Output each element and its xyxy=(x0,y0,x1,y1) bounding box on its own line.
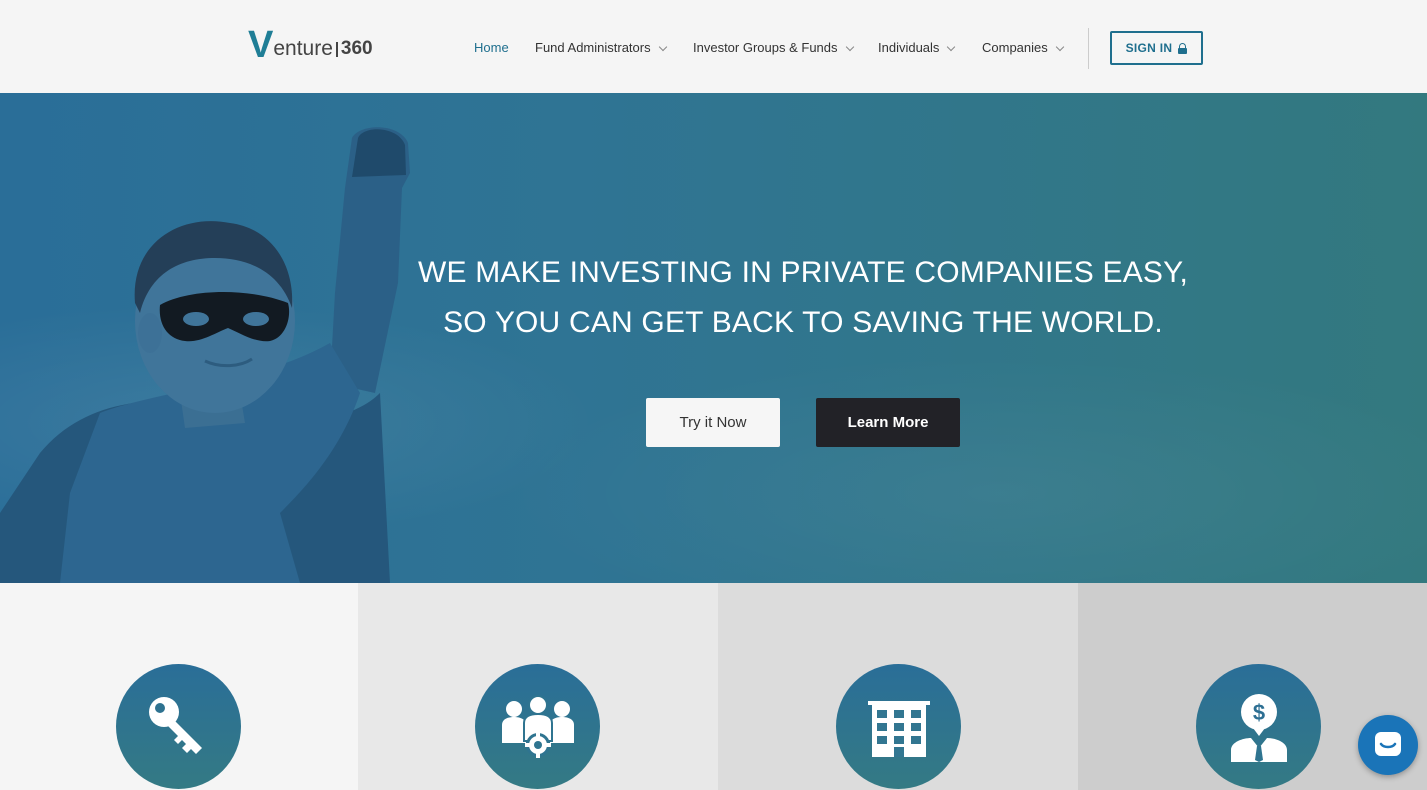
feature-circle xyxy=(836,664,961,789)
feature-circle xyxy=(475,664,600,789)
logo-divider xyxy=(335,42,338,57)
logo-v: V xyxy=(248,24,273,66)
nav-investor-groups-funds[interactable]: Investor Groups & Funds xyxy=(693,38,854,58)
feature-panel-investor-groups[interactable] xyxy=(358,583,718,790)
logo-number: 360 xyxy=(340,38,373,59)
chevron-down-icon xyxy=(1055,42,1065,51)
investor-dollar-icon: $ xyxy=(1230,693,1287,762)
feature-panel-fund-administrators[interactable] xyxy=(0,583,358,790)
chevron-down-icon xyxy=(947,42,956,51)
hero-banner: WE MAKE INVESTING IN PRIVATE COMPANIES E… xyxy=(0,93,1427,583)
chat-icon xyxy=(1375,732,1401,756)
try-it-now-button[interactable]: Try it Now xyxy=(646,398,780,447)
feature-circle: $ xyxy=(1196,664,1321,789)
nav-companies-label: Companies xyxy=(982,40,1048,55)
nav-home-label: Home xyxy=(474,40,509,55)
feature-panel-companies[interactable] xyxy=(718,583,1078,790)
logo-word: enture xyxy=(273,37,333,60)
nav-investor-groups-funds-label: Investor Groups & Funds xyxy=(693,40,838,55)
nav-fund-administrators[interactable]: Fund Administrators xyxy=(535,38,667,58)
logo[interactable]: V enture 360 xyxy=(248,24,373,66)
feature-circle xyxy=(116,664,241,789)
group-settings-icon xyxy=(501,694,574,758)
sign-in-button[interactable]: SIGN IN xyxy=(1110,31,1203,65)
sign-in-label: SIGN IN xyxy=(1125,41,1173,55)
nav-fund-administrators-label: Fund Administrators xyxy=(535,40,651,55)
nav-companies[interactable]: Companies xyxy=(982,38,1065,58)
learn-more-button[interactable]: Learn More xyxy=(816,398,960,447)
key-icon xyxy=(148,696,202,754)
hero-headline-line-2: SO YOU CAN GET BACK TO SAVING THE WORLD. xyxy=(443,306,1163,339)
svg-text:$: $ xyxy=(1252,700,1264,725)
nav-home[interactable]: Home xyxy=(474,38,509,58)
building-icon xyxy=(867,700,930,757)
nav-divider xyxy=(1088,28,1089,69)
chat-widget-button[interactable] xyxy=(1358,715,1418,775)
lock-icon xyxy=(1178,42,1188,54)
hero-headline-line-1: WE MAKE INVESTING IN PRIVATE COMPANIES E… xyxy=(417,256,1189,289)
feature-panels: $ xyxy=(0,583,1427,790)
chevron-down-icon xyxy=(658,42,667,51)
chevron-down-icon xyxy=(845,42,854,51)
site-header: V enture 360 Home Fund Administrators In… xyxy=(0,0,1427,93)
nav-individuals[interactable]: Individuals xyxy=(878,38,956,58)
nav-individuals-label: Individuals xyxy=(878,40,940,55)
